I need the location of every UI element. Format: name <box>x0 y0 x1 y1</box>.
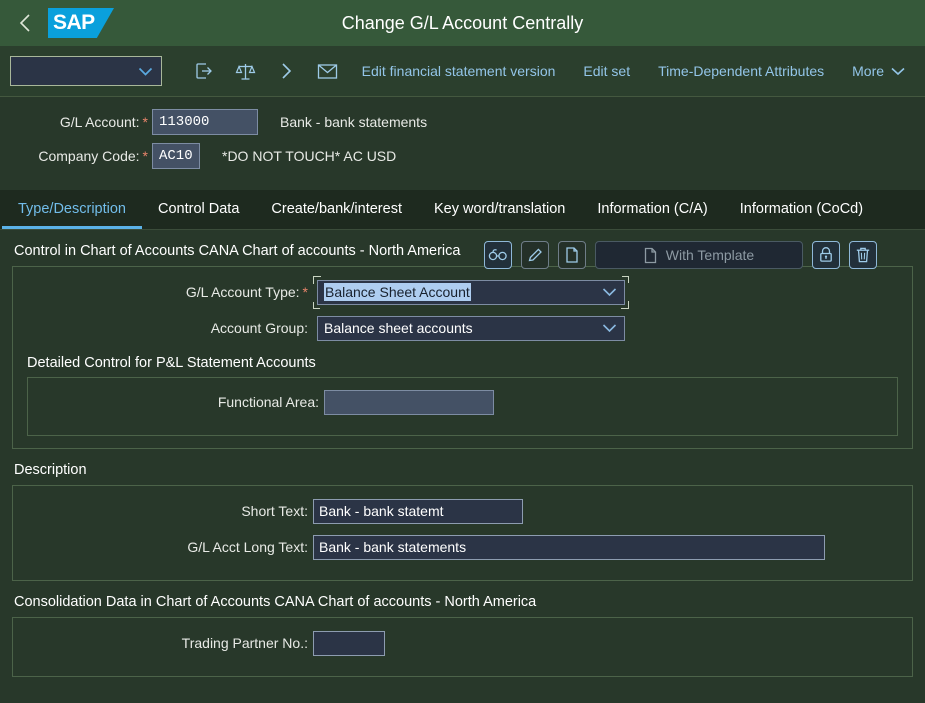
tab-bar: Type/Description Control Data Create/ban… <box>0 190 925 230</box>
gl-account-description: Bank - bank statements <box>280 114 428 130</box>
mail-button[interactable] <box>307 54 348 88</box>
account-group-value: Balance sheet accounts <box>324 320 473 336</box>
chevron-left-icon <box>19 14 30 32</box>
gl-account-type-focus-ring: Balance Sheet Account <box>313 275 629 309</box>
lock-icon <box>820 247 832 262</box>
tab-key-word-translation[interactable]: Key word/translation <box>418 201 581 229</box>
more-menu-button[interactable]: More <box>838 63 915 79</box>
chevron-right-icon <box>282 63 292 79</box>
gl-account-field[interactable]: 113000 <box>152 109 258 135</box>
company-code-description: *DO NOT TOUCH* AC USD <box>222 148 397 164</box>
detailed-control-title: Detailed Control for P&L Statement Accou… <box>27 355 316 371</box>
open-in-new-icon <box>196 63 212 79</box>
comparison-button[interactable] <box>225 54 266 88</box>
long-text-label: G/L Acct Long Text: <box>187 539 308 555</box>
shell-header: SAP Change G/L Account Centrally <box>0 0 925 46</box>
functional-area-row: Functional Area: <box>28 387 897 417</box>
company-code-label: Company Code: * <box>38 148 148 164</box>
consolidation-panel: Trading Partner No.: <box>12 617 913 677</box>
required-marker: * <box>302 284 308 300</box>
company-code-row: Company Code: * AC10 *DO NOT TOUCH* AC US… <box>0 143 925 169</box>
display-glasses-icon <box>488 249 507 261</box>
tab-information-ca[interactable]: Information (C/A) <box>581 201 723 229</box>
tab-create-bank-interest[interactable]: Create/bank/interest <box>255 201 418 229</box>
with-template-label: With Template <box>665 247 755 263</box>
chevron-down-icon <box>602 288 617 297</box>
copy-button[interactable] <box>558 241 586 269</box>
gl-account-type-select[interactable]: Balance Sheet Account <box>317 279 625 305</box>
sap-logo: SAP <box>48 8 114 38</box>
time-dependent-attributes-link[interactable]: Time-Dependent Attributes <box>644 63 838 79</box>
account-group-select[interactable]: Balance sheet accounts <box>317 315 625 341</box>
open-in-new-button[interactable] <box>184 54 225 88</box>
edit-button[interactable] <box>521 241 549 269</box>
gl-account-type-value: Balance Sheet Account <box>324 283 471 301</box>
variant-select[interactable] <box>10 56 162 86</box>
trading-partner-label: Trading Partner No.: <box>181 635 308 651</box>
gl-account-type-label: G/L Account Type: * <box>185 284 308 300</box>
control-panel: G/L Account Type: * Balance Sheet Account… <box>12 266 913 449</box>
edit-financial-statement-version-link[interactable]: Edit financial statement version <box>348 63 570 79</box>
tab-type-description[interactable]: Type/Description <box>2 201 142 229</box>
long-text-row: G/L Acct Long Text: Bank - bank statemen… <box>13 532 912 562</box>
short-text-input[interactable]: Bank - bank statemt <box>313 498 523 524</box>
balance-scale-icon <box>235 63 255 80</box>
consolidation-section-title: Consolidation Data in Chart of Accounts … <box>14 594 537 610</box>
short-text-row: Short Text: Bank - bank statemt <box>13 496 912 526</box>
copy-page-icon <box>566 247 578 263</box>
chevron-down-icon <box>138 67 152 76</box>
functional-area-input[interactable] <box>324 389 494 415</box>
description-section-title: Description <box>14 462 87 478</box>
with-template-button[interactable]: With Template <box>595 241 803 269</box>
page-icon <box>644 247 656 263</box>
trading-partner-input[interactable] <box>313 630 385 656</box>
delete-button[interactable] <box>849 241 877 269</box>
consolidation-section: Consolidation Data in Chart of Accounts … <box>12 581 913 677</box>
account-group-label: Account Group: <box>210 320 308 336</box>
required-marker: * <box>142 114 148 130</box>
gl-account-label: G/L Account: * <box>59 114 148 130</box>
description-section: Description Short Text: Bank - bank stat… <box>12 449 913 581</box>
object-header: G/L Account: * 113000 Bank - bank stateme… <box>0 97 925 269</box>
chevron-down-icon <box>602 324 617 333</box>
next-button[interactable] <box>266 54 307 88</box>
short-text-label: Short Text: <box>241 503 308 519</box>
back-button[interactable] <box>10 7 40 39</box>
page-title: Change G/L Account Centrally <box>341 12 584 33</box>
block-button[interactable] <box>812 241 840 269</box>
gl-account-type-row: G/L Account Type: * Balance Sheet Account <box>13 275 912 309</box>
description-panel: Short Text: Bank - bank statemt G/L Acct… <box>12 485 913 581</box>
tab-content: Control in Chart of Accounts CANA Chart … <box>0 230 925 678</box>
long-text-input[interactable]: Bank - bank statements <box>313 534 825 560</box>
trash-icon <box>856 247 870 263</box>
account-group-row: Account Group: Balance sheet accounts <box>13 313 912 343</box>
envelope-icon <box>317 63 337 79</box>
more-menu-label: More <box>852 63 885 79</box>
tab-information-cocd[interactable]: Information (CoCd) <box>724 201 879 229</box>
required-marker: * <box>142 148 148 164</box>
tab-control-data[interactable]: Control Data <box>142 201 255 229</box>
sap-logo-text: SAP <box>53 11 95 34</box>
functional-area-label: Functional Area: <box>217 394 319 410</box>
display-button[interactable] <box>484 241 512 269</box>
edit-set-link[interactable]: Edit set <box>569 63 644 79</box>
toolbar: Edit financial statement version Edit se… <box>0 46 925 97</box>
chevron-down-icon <box>891 67 905 75</box>
trading-partner-row: Trading Partner No.: <box>13 628 912 658</box>
detailed-control-panel: Functional Area: <box>27 377 898 436</box>
company-code-field[interactable]: AC10 <box>152 143 200 169</box>
edit-pencil-icon <box>528 248 542 262</box>
gl-account-row: G/L Account: * 113000 Bank - bank stateme… <box>0 109 925 135</box>
object-actions: With Template <box>484 241 877 269</box>
